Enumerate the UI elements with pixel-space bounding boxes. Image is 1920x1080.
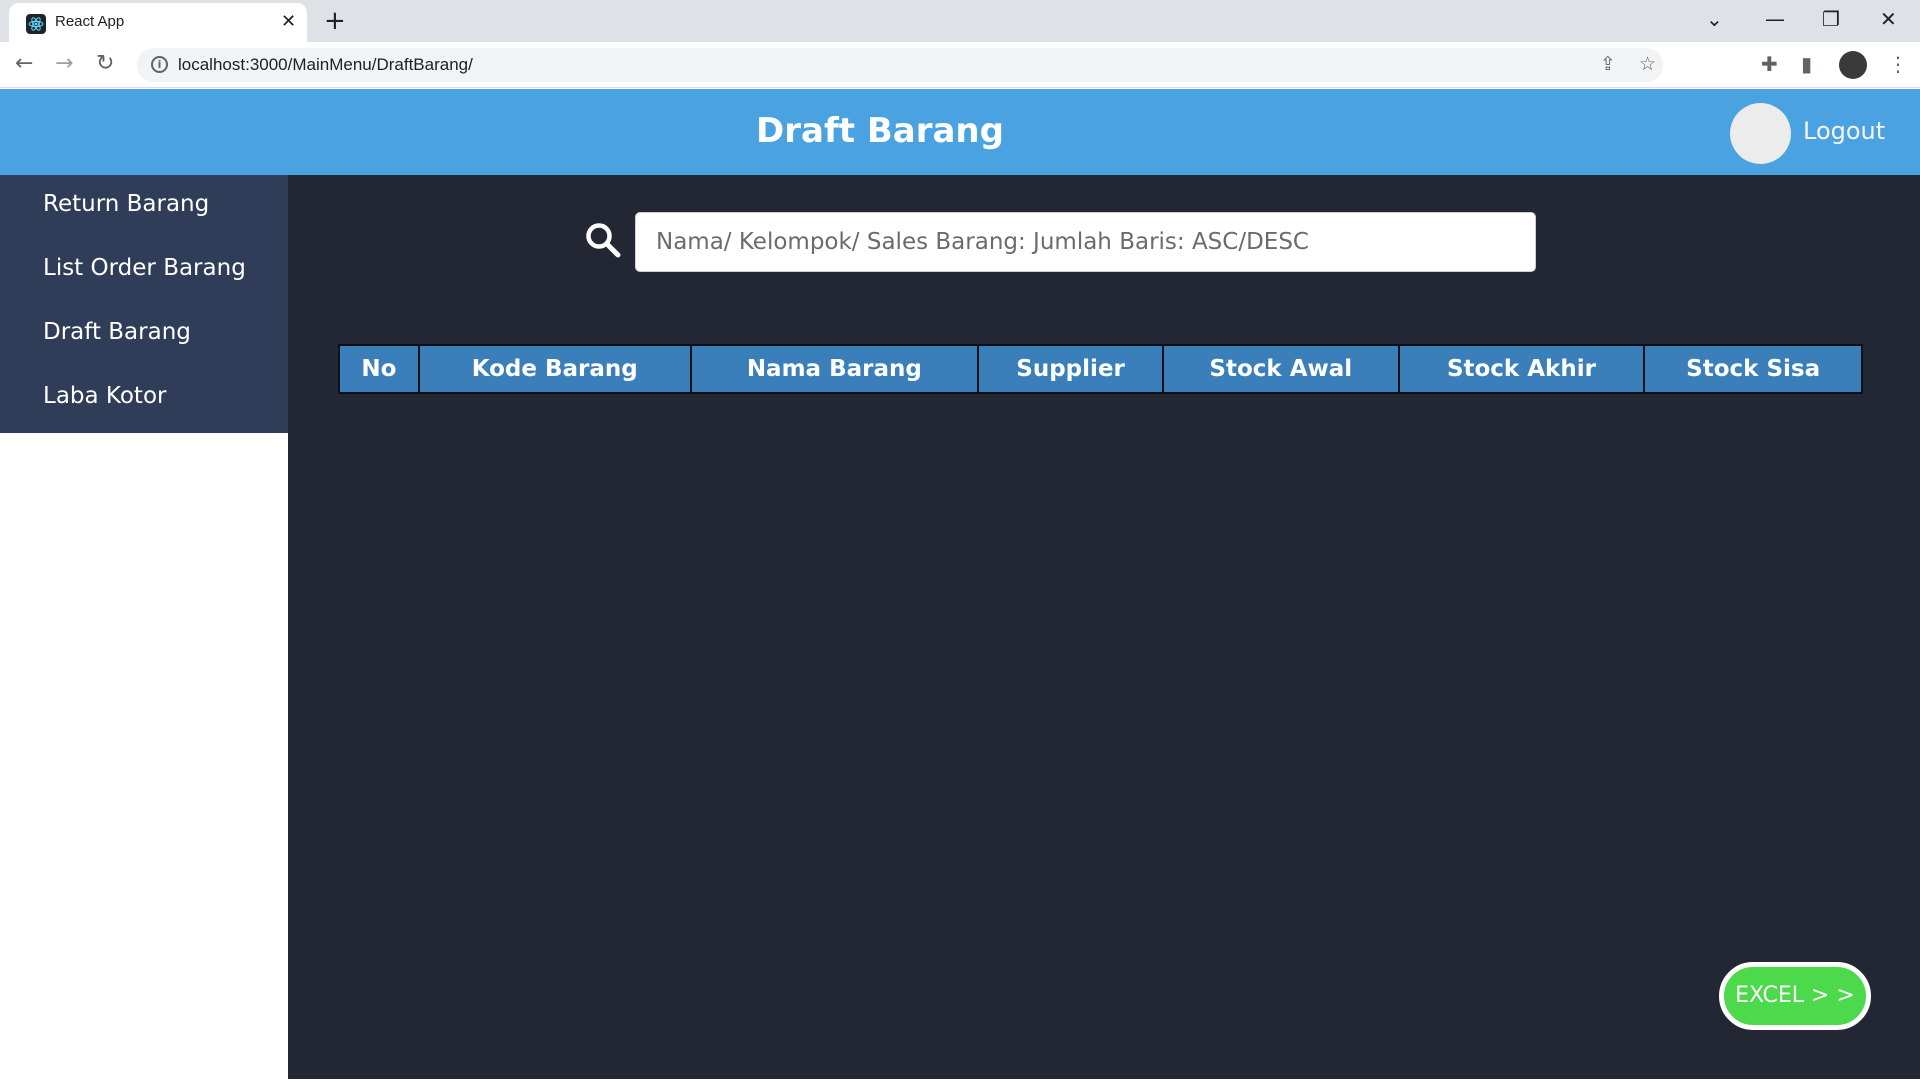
sidebar-item-laba-kotor[interactable]: Laba Kotor xyxy=(43,383,166,409)
search-box xyxy=(635,212,1536,272)
star-icon[interactable]: ☆ xyxy=(1639,53,1656,75)
url-text[interactable]: localhost:3000/MainMenu/DraftBarang/ xyxy=(178,55,473,75)
column-header-no: No xyxy=(338,344,420,394)
logout-button[interactable]: Logout xyxy=(1803,117,1885,145)
browser-tab-bar: React App ✕ + ⌄ — ❐ ✕ xyxy=(0,0,1920,42)
extensions-icon[interactable]: ✚ xyxy=(1761,51,1778,77)
restore-icon[interactable]: ❐ xyxy=(1822,6,1840,32)
react-favicon-icon xyxy=(26,14,46,34)
column-header-supplier: Supplier xyxy=(977,344,1164,394)
reload-icon[interactable]: ↻ xyxy=(96,50,114,78)
menu-icon[interactable]: ⋮ xyxy=(1888,51,1908,77)
main-content: No Kode Barang Nama Barang Supplier Stoc… xyxy=(288,175,1920,1079)
column-header-stock-awal: Stock Awal xyxy=(1161,344,1400,394)
side-panel-icon[interactable]: ▮ xyxy=(1801,51,1812,77)
app-header: Draft Barang Logout xyxy=(0,89,1920,175)
sidebar-item-return-barang[interactable]: Return Barang xyxy=(43,191,209,217)
sidebar-item-list-order-barang[interactable]: List Order Barang xyxy=(43,255,246,281)
forward-arrow-icon[interactable]: → xyxy=(55,50,73,78)
tab-search-dropdown-icon[interactable]: ⌄ xyxy=(1706,6,1723,32)
user-avatar[interactable] xyxy=(1730,103,1791,164)
tab-close-icon[interactable]: ✕ xyxy=(281,12,296,32)
table-header-row: No Kode Barang Nama Barang Supplier Stoc… xyxy=(338,344,1863,394)
back-arrow-icon[interactable]: ← xyxy=(15,50,33,78)
close-window-icon[interactable]: ✕ xyxy=(1880,6,1897,32)
sidebar-item-draft-barang[interactable]: Draft Barang xyxy=(43,319,191,345)
search-input[interactable] xyxy=(636,213,1535,271)
tab-title: React App xyxy=(55,13,125,30)
address-bar[interactable]: i localhost:3000/MainMenu/DraftBarang/ ⇪… xyxy=(137,48,1663,82)
search-icon[interactable] xyxy=(585,222,621,258)
column-header-stock-sisa: Stock Sisa xyxy=(1643,344,1863,394)
minimize-icon[interactable]: — xyxy=(1765,6,1785,32)
browser-tab[interactable]: React App ✕ xyxy=(9,3,307,42)
share-icon[interactable]: ⇪ xyxy=(1600,53,1616,75)
new-tab-button[interactable]: + xyxy=(324,6,346,36)
column-header-stock-akhir: Stock Akhir xyxy=(1397,344,1646,394)
column-header-kode-barang: Kode Barang xyxy=(417,344,692,394)
data-table: No Kode Barang Nama Barang Supplier Stoc… xyxy=(338,344,1863,394)
excel-export-button[interactable]: EXCEL > > xyxy=(1719,962,1871,1030)
column-header-nama-barang: Nama Barang xyxy=(689,344,980,394)
sidebar: Return Barang List Order Barang Draft Ba… xyxy=(0,175,288,433)
page-title: Draft Barang xyxy=(756,111,1004,151)
profile-avatar[interactable] xyxy=(1839,51,1867,79)
site-info-icon[interactable]: i xyxy=(151,56,168,73)
browser-toolbar: ← → ↻ i localhost:3000/MainMenu/DraftBar… xyxy=(0,42,1920,88)
